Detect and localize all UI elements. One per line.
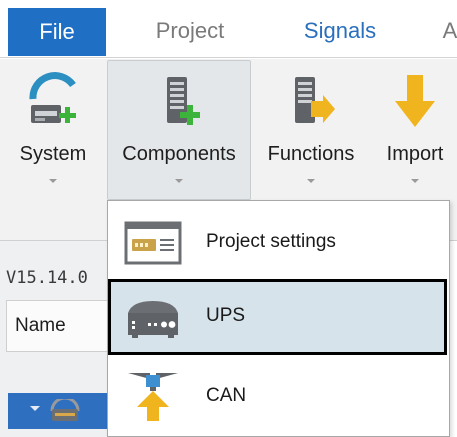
- chevron-down-icon: [307, 179, 315, 183]
- tree-row-selected[interactable]: [8, 393, 110, 429]
- tab-partial[interactable]: A: [438, 6, 457, 56]
- ups-device-icon: [128, 301, 178, 338]
- menu-item-label: Project settings: [206, 231, 336, 252]
- chevron-down-icon: [411, 179, 419, 183]
- menu-item-project-settings[interactable]: Project settings: [108, 205, 449, 281]
- components-label: Components: [122, 143, 236, 165]
- system-button[interactable]: System: [0, 61, 106, 237]
- system-label: System: [19, 143, 87, 165]
- system-icon: [29, 72, 76, 123]
- menu-item-can[interactable]: CAN: [108, 359, 449, 435]
- expand-arrow-icon[interactable]: [30, 406, 40, 411]
- name-column-header[interactable]: Name: [6, 300, 110, 352]
- version-label: V15.14.0: [6, 268, 88, 288]
- menu-item-ups[interactable]: UPS: [108, 279, 447, 355]
- device-icon: [50, 399, 80, 421]
- components-icon: [167, 77, 200, 125]
- components-button[interactable]: Components: [107, 60, 251, 200]
- functions-icon: [295, 77, 335, 123]
- import-arrow-icon: [395, 75, 435, 127]
- name-column-label: Name: [15, 315, 66, 336]
- chevron-down-icon: [49, 179, 57, 183]
- chevron-down-icon: [175, 179, 183, 183]
- tab-file[interactable]: File: [8, 8, 106, 56]
- components-dropdown-menu: Project settings UPS CAN: [107, 200, 450, 437]
- tab-project[interactable]: Project: [140, 6, 240, 56]
- tab-signals[interactable]: Signals: [290, 6, 390, 56]
- ribbon-tab-strip: File Project Signals A: [0, 0, 457, 58]
- menu-item-label: UPS: [206, 305, 246, 326]
- import-label: Import: [386, 143, 444, 165]
- functions-label: Functions: [267, 143, 355, 165]
- project-settings-icon: [124, 221, 182, 265]
- menu-item-label: CAN: [206, 385, 247, 406]
- can-bus-icon: [128, 373, 178, 421]
